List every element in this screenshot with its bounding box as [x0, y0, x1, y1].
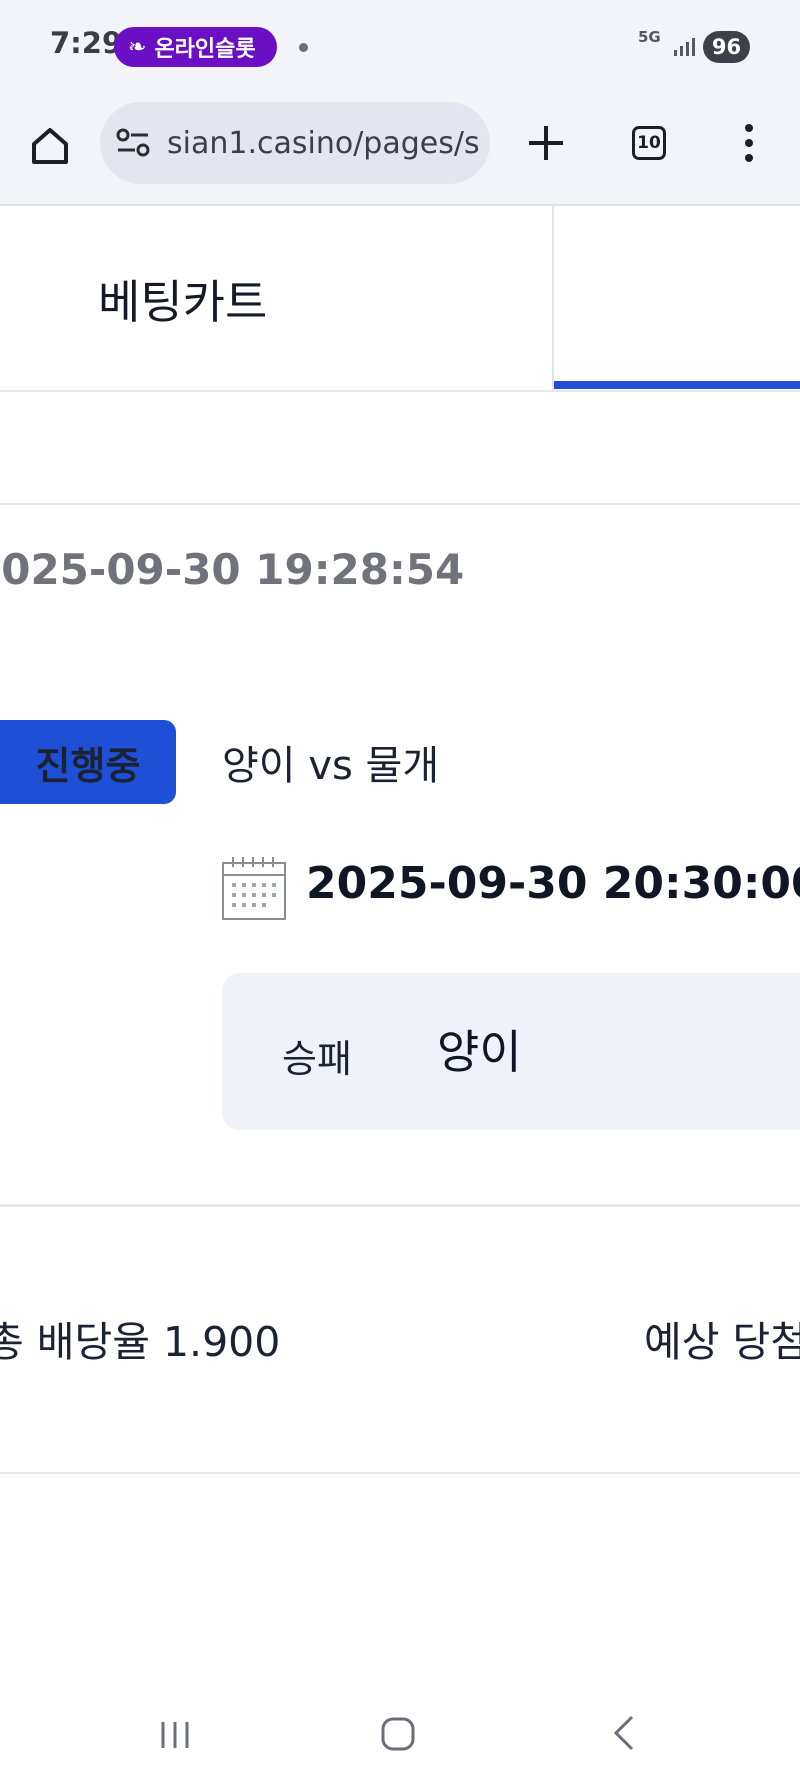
battery-icon: 96	[703, 31, 750, 63]
match-date: 2025-09-30 20:30:00	[306, 858, 800, 909]
page-tabs: 베팅카트	[0, 206, 800, 392]
system-nav-bar	[0, 1690, 800, 1784]
back-icon[interactable]	[606, 1714, 642, 1752]
match-title: 양이 vs 물개	[222, 743, 440, 789]
browser-toolbar: sian1.casino/pages/s 10	[0, 92, 800, 206]
divider	[0, 1204, 800, 1207]
tab-divider	[552, 206, 554, 390]
divider	[0, 503, 800, 505]
calendar-icon	[222, 857, 286, 920]
pick-value: 양이	[437, 1025, 522, 1079]
signal-icon	[674, 38, 695, 56]
tab-count: 10	[637, 133, 661, 153]
notification-pill[interactable]: ❧ 온라인슬롯	[114, 27, 277, 67]
pick-type: 승패	[282, 1037, 352, 1081]
status-badge: 진행중	[0, 720, 176, 804]
network-type: 5G	[638, 28, 661, 46]
home-icon[interactable]	[26, 122, 74, 170]
notification-label: 온라인슬롯	[154, 37, 256, 62]
recents-icon[interactable]	[158, 1718, 192, 1752]
tab-switcher-button[interactable]: 10	[632, 126, 666, 160]
pick-box: 승패 양이	[222, 973, 800, 1130]
active-tab-indicator[interactable]	[554, 381, 800, 389]
site-settings-icon[interactable]	[116, 128, 150, 158]
notification-dot-icon	[299, 43, 308, 52]
new-tab-icon[interactable]	[523, 120, 569, 166]
status-badge-label: 진행중	[35, 743, 141, 788]
url-bar[interactable]: sian1.casino/pages/s	[100, 102, 490, 184]
bet-placed-time: 2025-09-30 19:28:54	[0, 545, 465, 594]
url-text: sian1.casino/pages/s	[167, 126, 480, 161]
status-time: 7:29	[50, 26, 123, 60]
battery-level: 96	[711, 35, 742, 59]
leaf-icon: ❧	[128, 34, 147, 60]
home-nav-icon[interactable]	[380, 1716, 416, 1752]
status-bar: 7:29 ❧ 온라인슬롯 5G 96	[0, 0, 800, 92]
expected-payout-label: 예상 당첨	[644, 1318, 800, 1366]
more-menu-icon[interactable]	[735, 120, 763, 166]
divider	[0, 1472, 800, 1474]
tab-betting-cart[interactable]: 베팅카트	[98, 266, 267, 332]
total-odds: 총 배당율 1.900	[0, 1318, 281, 1366]
